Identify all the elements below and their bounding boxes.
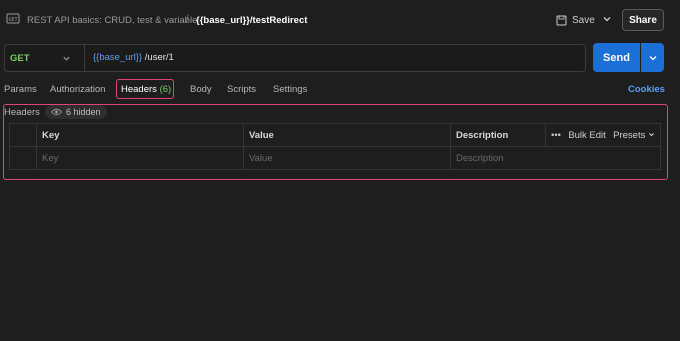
request-title[interactable]: {{base_url}}/testRedirect <box>196 15 307 26</box>
headers-label: Headers <box>4 107 40 118</box>
hidden-headers-toggle[interactable]: 6 hidden <box>45 105 107 119</box>
headers-table: Key Value Description ••• Bulk Edit Pres… <box>9 123 661 170</box>
tab-settings[interactable]: Settings <box>273 84 307 95</box>
share-button[interactable]: Share <box>622 9 664 31</box>
url-path: /user/1 <box>142 52 174 63</box>
row-checkbox-cell <box>9 146 37 170</box>
more-options-icon[interactable]: ••• <box>551 130 561 141</box>
send-options-button[interactable] <box>641 43 664 72</box>
key-input[interactable]: Key <box>36 146 244 170</box>
save-icon <box>556 15 567 25</box>
save-button[interactable]: Save <box>556 10 595 30</box>
tab-scripts[interactable]: Scripts <box>227 84 256 95</box>
column-header-description: Description <box>450 123 546 147</box>
tab-headers-label: Headers <box>121 84 157 95</box>
hidden-count: 6 hidden <box>66 107 101 117</box>
chevron-down-icon[interactable] <box>62 54 71 63</box>
url-variable: {{base_url}} <box>93 52 143 63</box>
checkbox-column-header <box>9 123 37 147</box>
table-header-row: Key Value Description ••• Bulk Edit Pres… <box>9 123 661 147</box>
tab-headers-count: (6) <box>159 84 172 95</box>
table-row: Key Value Description <box>9 146 661 170</box>
tab-headers[interactable]: Headers (6) <box>121 84 171 95</box>
description-input[interactable]: Description <box>450 146 661 170</box>
save-label: Save <box>572 14 595 26</box>
breadcrumb-separator: / <box>186 14 189 25</box>
presets-button[interactable]: Presets <box>613 130 655 141</box>
url-divider <box>84 44 85 72</box>
eye-icon <box>51 108 62 116</box>
cookies-link[interactable]: Cookies <box>628 84 665 95</box>
table-tools-cell: ••• Bulk Edit Presets <box>545 123 661 147</box>
svg-text:GET: GET <box>8 17 17 23</box>
tab-authorization[interactable]: Authorization <box>50 84 105 95</box>
column-header-key: Key <box>36 123 244 147</box>
chevron-down-icon[interactable] <box>602 14 612 24</box>
chevron-down-icon <box>649 55 656 60</box>
send-button[interactable]: Send <box>593 43 640 72</box>
breadcrumb-collection[interactable]: REST API basics: CRUD, test & variable <box>27 15 197 26</box>
tab-body[interactable]: Body <box>190 84 212 95</box>
chevron-down-icon <box>649 132 654 136</box>
column-header-value: Value <box>243 123 451 147</box>
bulk-edit-button[interactable]: Bulk Edit <box>568 130 606 141</box>
value-input[interactable]: Value <box>243 146 451 170</box>
url-input[interactable]: {{base_url}} /user/1 <box>93 52 174 63</box>
method-select[interactable]: GET <box>10 53 30 64</box>
tab-params[interactable]: Params <box>4 84 37 95</box>
presets-label: Presets <box>613 129 646 141</box>
api-request-icon: GET <box>6 13 20 24</box>
url-bar <box>4 44 586 72</box>
